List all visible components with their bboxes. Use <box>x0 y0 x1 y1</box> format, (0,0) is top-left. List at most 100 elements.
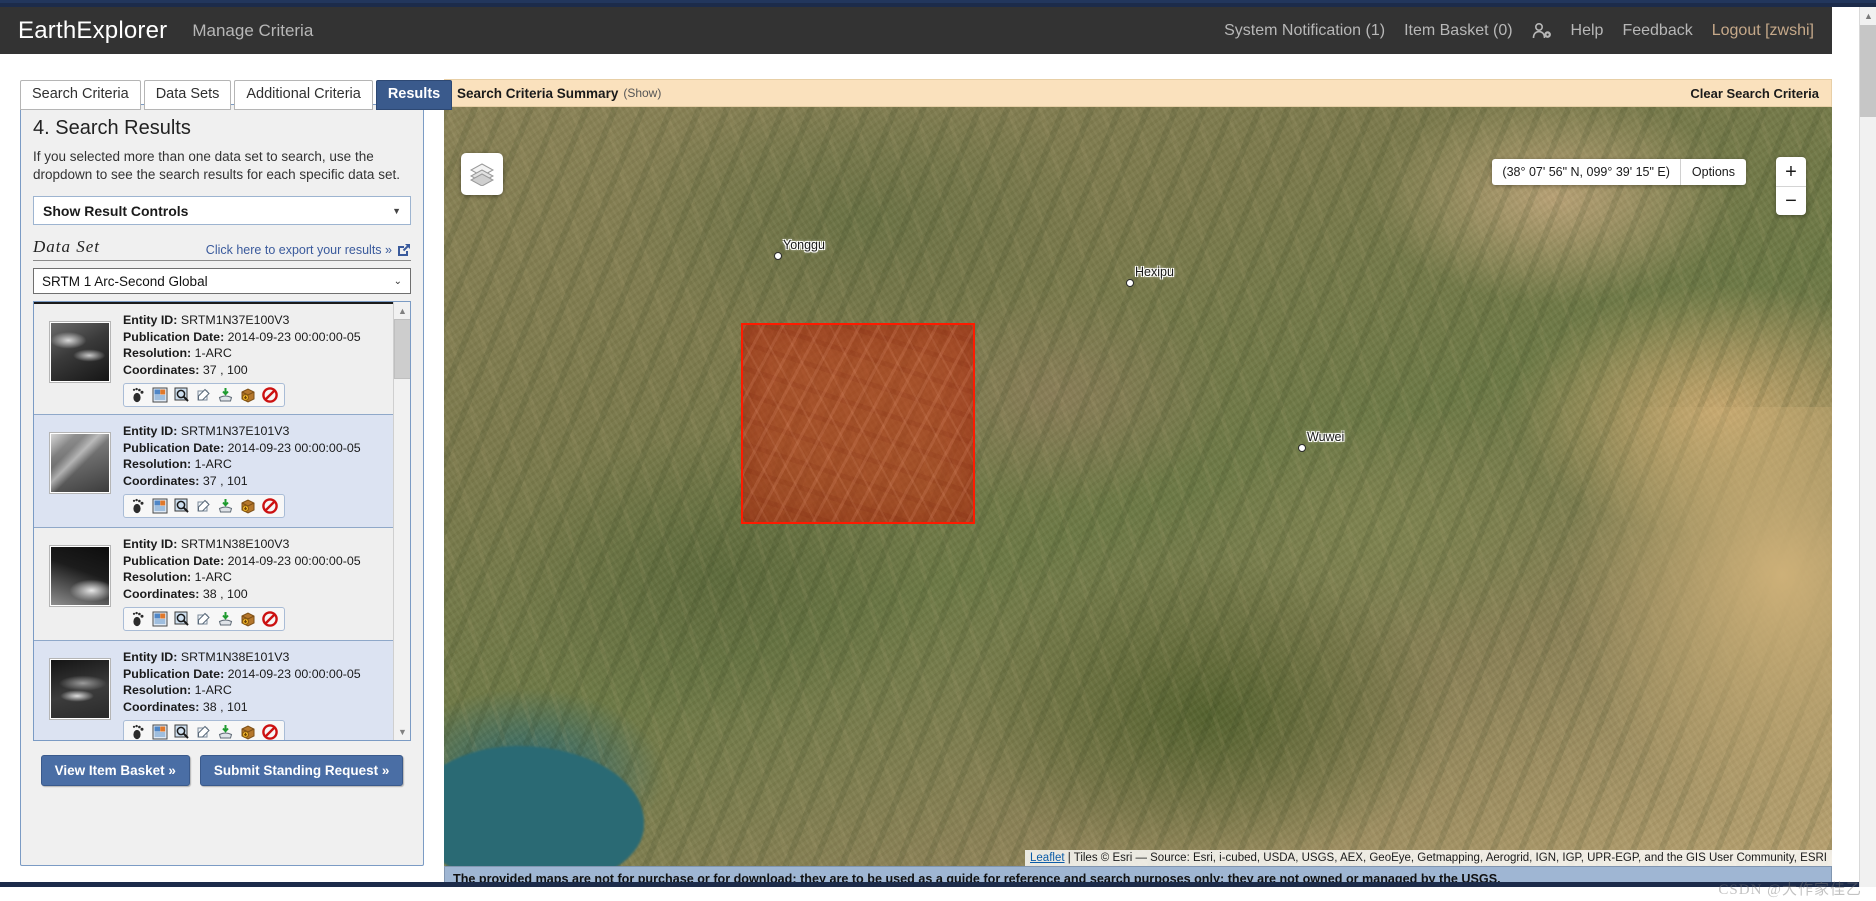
entity-id-line: Entity ID: SRTM1N37E100V3 <box>123 312 409 329</box>
result-thumbnail[interactable] <box>49 321 111 384</box>
view-item-basket-button[interactable]: View Item Basket » <box>40 755 190 787</box>
compare-browse-icon[interactable] <box>173 723 191 740</box>
bulk-download-icon[interactable] <box>239 723 257 740</box>
zoom-in-button[interactable]: + <box>1776 157 1806 186</box>
map-tiles[interactable] <box>444 107 1832 866</box>
tab-results[interactable]: Results <box>375 80 453 110</box>
resolution-value: 1-ARC <box>194 683 232 698</box>
map-coordinate-control: (38° 07' 56" N, 099° 39' 15" E) Options <box>1492 159 1746 185</box>
show-metadata-icon[interactable] <box>195 610 213 628</box>
map-layers-button[interactable] <box>461 153 503 195</box>
resolution-label: Resolution: <box>123 683 192 698</box>
entity-id-line: Entity ID: SRTM1N38E101V3 <box>123 649 409 666</box>
panel-description: If you selected more than one data set t… <box>33 149 400 183</box>
publication-date-value: 2014-09-23 00:00:00-05 <box>227 329 361 344</box>
results-scrollbar[interactable]: ▲ ▼ <box>393 302 410 741</box>
map-attribution: Leaflet | Tiles © Esri — Source: Esri, i… <box>1025 850 1832 866</box>
chevron-down-icon: ⌄ <box>393 275 402 287</box>
order-not-available-icon[interactable] <box>261 386 279 404</box>
show-footprint-icon[interactable] <box>129 497 147 515</box>
logout-link[interactable]: Logout [zwshi] <box>1712 22 1814 40</box>
show-metadata-icon[interactable] <box>195 723 213 740</box>
city-label: Wuwei <box>1307 430 1345 444</box>
system-notification-link[interactable]: System Notification (1) <box>1224 22 1385 40</box>
bulk-download-icon[interactable] <box>239 610 257 628</box>
results-scroll-area[interactable]: Entity ID: SRTM1N37E100V3 Publication Da… <box>34 302 410 741</box>
coordinates-line: Coordinates: 37 , 100 <box>123 362 409 379</box>
result-thumbnail[interactable] <box>49 432 111 495</box>
show-footprint-icon[interactable] <box>129 723 147 740</box>
coordinates-line: Coordinates: 38 , 101 <box>123 699 409 716</box>
user-settings-icon[interactable] <box>1532 22 1552 40</box>
resolution-line: Resolution: 1-ARC <box>123 569 409 586</box>
page-title: 4. Search Results <box>33 117 191 139</box>
manage-criteria-link[interactable]: Manage Criteria <box>192 21 313 41</box>
compare-browse-icon[interactable] <box>173 610 191 628</box>
compare-browse-icon[interactable] <box>173 386 191 404</box>
show-metadata-icon[interactable] <box>195 497 213 515</box>
order-not-available-icon[interactable] <box>261 723 279 741</box>
show-metadata-icon[interactable] <box>195 386 213 404</box>
coordinates-label: Coordinates: <box>123 362 200 377</box>
entity-id-value: SRTM1N38E101V3 <box>180 650 290 665</box>
show-browse-overlay-icon[interactable] <box>151 386 169 404</box>
leaflet-link[interactable]: Leaflet <box>1030 852 1065 864</box>
zoom-out-button[interactable]: − <box>1776 186 1806 215</box>
show-browse-overlay-icon[interactable] <box>151 610 169 628</box>
download-options-icon[interactable] <box>217 723 235 740</box>
search-criteria-show-link[interactable]: (Show) <box>623 86 661 100</box>
earthexplorer-page: EarthExplorer Manage Criteria System Not… <box>0 0 1876 901</box>
result-thumbnail[interactable] <box>49 545 111 608</box>
data-set-select[interactable]: SRTM 1 Arc-Second Global ⌄ <box>33 268 411 295</box>
bulk-download-icon[interactable] <box>239 386 257 404</box>
table-row[interactable]: Entity ID: SRTM1N38E101V3 Publication Da… <box>34 641 410 741</box>
scene-footprint-overlay[interactable] <box>741 323 975 524</box>
city-label: Hexipu <box>1135 265 1174 279</box>
scroll-up-icon[interactable]: ▲ <box>394 302 410 320</box>
map-options-button[interactable]: Options <box>1679 159 1746 185</box>
scroll-down-icon[interactable]: ▼ <box>394 723 410 741</box>
left-panel: Search Criteria Data Sets Additional Cri… <box>0 54 453 901</box>
tab-search-criteria[interactable]: Search Criteria <box>20 80 141 110</box>
show-browse-overlay-icon[interactable] <box>151 497 169 515</box>
submit-standing-request-button[interactable]: Submit Standing Request » <box>199 755 404 787</box>
table-row[interactable]: Entity ID: SRTM1N37E100V3 Publication Da… <box>34 302 410 416</box>
resolution-label: Resolution: <box>123 570 192 585</box>
results-scrollbar-thumb[interactable] <box>394 319 410 380</box>
show-result-controls-dropdown[interactable]: Show Result Controls ▼ <box>33 196 411 226</box>
map-viewport[interactable]: Yonggu Hexipu Wuwei (38° 07' 56" N, 099° <box>444 107 1832 866</box>
coordinates-line: Coordinates: 38 , 100 <box>123 586 409 603</box>
panel-tabs: Search Criteria Data Sets Additional Cri… <box>20 80 453 110</box>
bulk-download-icon[interactable] <box>239 497 257 515</box>
page-scrollbar-thumb[interactable] <box>1860 25 1876 117</box>
entity-id-line: Entity ID: SRTM1N37E101V3 <box>123 423 409 440</box>
map-coordinates-readout: (38° 07' 56" N, 099° 39' 15" E) <box>1502 165 1670 179</box>
app-brand[interactable]: EarthExplorer <box>18 17 167 45</box>
help-link[interactable]: Help <box>1571 22 1604 40</box>
item-basket-link[interactable]: Item Basket (0) <box>1404 22 1512 40</box>
show-browse-overlay-icon[interactable] <box>151 723 169 740</box>
order-not-available-icon[interactable] <box>261 497 279 515</box>
compare-browse-icon[interactable] <box>173 497 191 515</box>
result-action-icons <box>123 607 285 632</box>
clear-search-criteria-button[interactable]: Clear Search Criteria <box>1690 86 1819 101</box>
result-thumbnail[interactable] <box>49 658 111 721</box>
attribution-text: | Tiles © Esri — Source: Esri, i-cubed, … <box>1067 852 1827 864</box>
tab-additional-criteria[interactable]: Additional Criteria <box>234 80 373 110</box>
scroll-up-icon[interactable]: ▲ <box>1860 7 1876 24</box>
map-desert-region <box>1572 407 1832 827</box>
table-row[interactable]: Entity ID: SRTM1N38E100V3 Publication Da… <box>34 528 410 642</box>
feedback-link[interactable]: Feedback <box>1622 22 1692 40</box>
result-action-icons <box>123 383 285 408</box>
table-row[interactable]: Entity ID: SRTM1N37E101V3 Publication Da… <box>34 415 410 529</box>
page-scrollbar-vertical[interactable]: ▲ ▼ <box>1859 7 1876 901</box>
tab-data-sets[interactable]: Data Sets <box>143 80 232 110</box>
show-footprint-icon[interactable] <box>129 386 147 404</box>
show-footprint-icon[interactable] <box>129 610 147 628</box>
download-options-icon[interactable] <box>217 610 235 628</box>
export-results-link[interactable]: Click here to export your results » <box>206 243 392 257</box>
order-not-available-icon[interactable] <box>261 610 279 628</box>
download-options-icon[interactable] <box>217 497 235 515</box>
download-options-icon[interactable] <box>217 386 235 404</box>
external-link-icon[interactable] <box>397 243 411 257</box>
